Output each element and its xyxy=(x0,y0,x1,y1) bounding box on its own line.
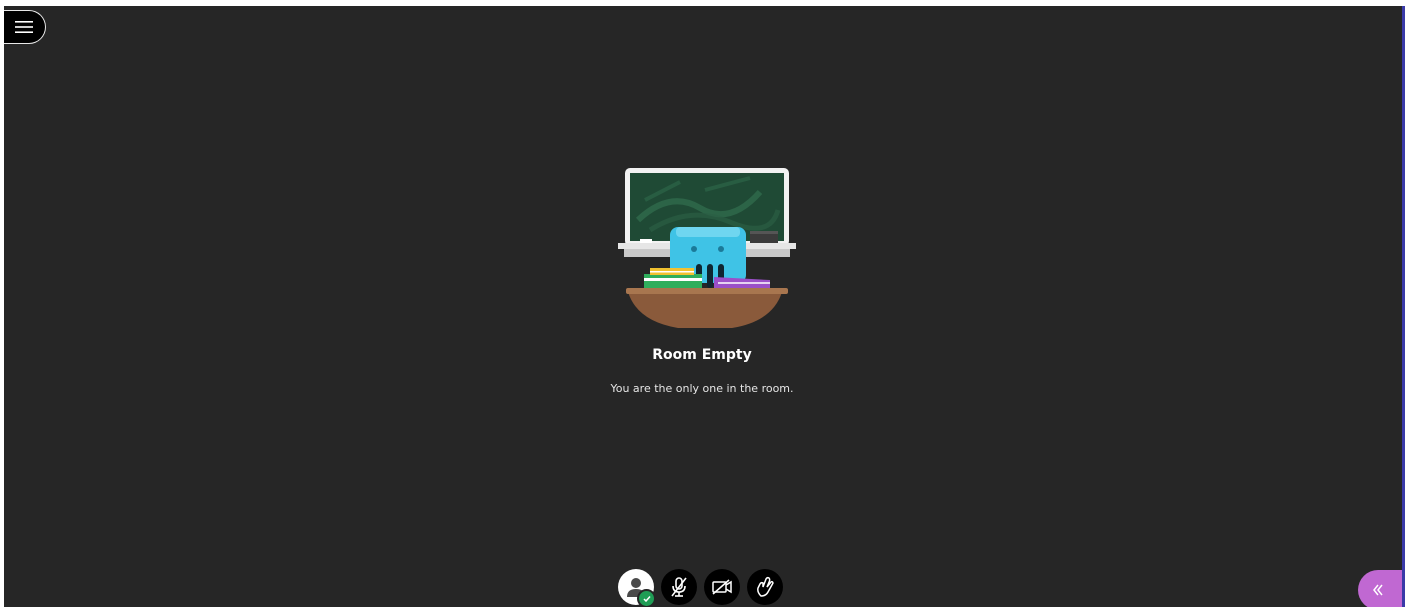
available-status-icon xyxy=(637,589,656,607)
session-controls xyxy=(618,569,783,607)
open-collaborate-panel-button[interactable] xyxy=(1358,570,1402,607)
room-empty-message: You are the only one in the room. xyxy=(610,382,794,395)
my-status-button[interactable] xyxy=(618,569,656,607)
session-stage: Room Empty You are the only one in the r… xyxy=(4,6,1402,607)
camera-button[interactable] xyxy=(704,569,740,605)
empty-classroom-illustration xyxy=(618,168,796,328)
microphone-button[interactable] xyxy=(661,569,697,605)
session-menu-button[interactable] xyxy=(4,10,46,44)
hamburger-menu-icon xyxy=(14,21,33,33)
raise-hand-icon xyxy=(757,576,774,597)
microphone-muted-icon xyxy=(671,577,687,597)
camera-off-icon xyxy=(712,579,732,595)
window-edge xyxy=(1402,6,1405,607)
double-chevron-left-icon xyxy=(1373,584,1383,596)
raise-hand-button[interactable] xyxy=(747,569,783,605)
room-empty-title: Room Empty xyxy=(652,347,752,363)
